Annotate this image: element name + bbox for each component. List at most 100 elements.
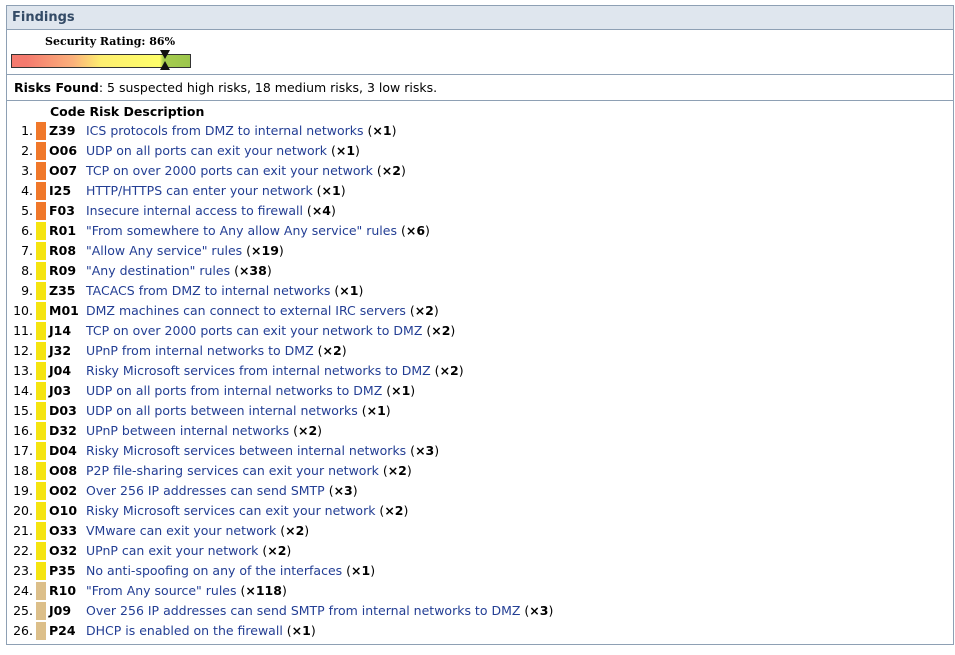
risk-count: ×6	[405, 223, 426, 238]
risk-row: 24. R10 "From Any source" rules (×118)	[7, 581, 947, 601]
risk-description: DHCP is enabled on the firewall (×1)	[86, 623, 316, 638]
risk-description: TCP on over 2000 ports can exit your net…	[86, 323, 456, 338]
risk-link[interactable]: UPnP can exit your network	[86, 543, 258, 558]
risk-count: ×2	[285, 523, 305, 538]
risk-link[interactable]: P2P file-sharing services can exit your …	[86, 463, 379, 478]
risk-number: 11.	[13, 323, 33, 338]
risk-row: 26. P24 DHCP is enabled on the firewall (×…	[7, 621, 947, 641]
risk-row: 17. D04 Risky Microsoft services between i…	[7, 441, 947, 461]
risks-found-label: Risks Found	[14, 80, 99, 95]
risk-count: ×4	[311, 203, 331, 218]
risk-link[interactable]: TACACS from DMZ to internal networks	[86, 283, 330, 298]
severity-indicator	[36, 242, 46, 260]
risk-description: No anti-spoofing on any of the interface…	[86, 563, 376, 578]
risk-number: 25.	[13, 603, 33, 618]
risks-found-text: : 5 suspected high risks, 18 medium risk…	[98, 80, 438, 95]
risk-count: ×1	[291, 623, 311, 638]
risk-link[interactable]: UDP on all ports between internal networ…	[86, 403, 358, 418]
risk-link[interactable]: Risky Microsoft services between interna…	[86, 443, 406, 458]
risk-link[interactable]: Over 256 IP addresses can send SMTP from…	[86, 603, 520, 618]
risk-description: "From somewhere to Any allow Any service…	[86, 223, 430, 238]
risk-count: ×1	[351, 563, 371, 578]
risk-link[interactable]: UDP on all ports from internal networks …	[86, 383, 382, 398]
risk-link[interactable]: Insecure internal access to firewall	[86, 203, 303, 218]
risk-row: 11. J14 TCP on over 2000 ports can exit yo…	[7, 321, 947, 341]
risk-code: P24	[49, 623, 76, 638]
risk-code: O02	[49, 483, 78, 498]
risk-row: 22. O32 UPnP can exit your network (×2)	[7, 541, 947, 561]
risk-count: ×2	[322, 343, 342, 358]
risk-code: J04	[49, 363, 72, 378]
risk-description: DMZ machines can connect to external IRC…	[86, 303, 439, 318]
risk-link[interactable]: No anti-spoofing on any of the interface…	[86, 563, 342, 578]
risk-link[interactable]: "Allow Any service" rules	[86, 243, 242, 258]
severity-indicator	[36, 482, 46, 500]
risk-link[interactable]: VMware can exit your network	[86, 523, 276, 538]
risk-row: 9. Z35 TACACS from DMZ to internal network…	[7, 281, 947, 301]
risk-code: O33	[49, 523, 78, 538]
risk-row: 12. J32 UPnP from internal networks to DMZ…	[7, 341, 947, 361]
risk-row: 1. Z39 ICS protocols from DMZ to internal …	[7, 121, 947, 141]
risk-count: ×3	[415, 443, 435, 458]
severity-indicator	[36, 222, 46, 240]
risk-number: 6.	[21, 223, 33, 238]
severity-indicator	[36, 562, 46, 580]
risk-description: VMware can exit your network (×2)	[86, 523, 310, 538]
risk-row: 20. O10 Risky Microsoft services can exit …	[7, 501, 947, 521]
risk-number: 9.	[21, 283, 33, 298]
panel-title: Findings	[7, 6, 953, 30]
risk-description: Risky Microsoft services from internal n…	[86, 363, 464, 378]
risk-count: ×1	[372, 123, 392, 138]
severity-indicator	[36, 162, 46, 180]
risk-link[interactable]: UDP on all ports can exit your network	[86, 143, 327, 158]
risk-link[interactable]: ICS protocols from DMZ to internal netwo…	[86, 123, 364, 138]
risk-count: ×2	[439, 363, 459, 378]
risk-row: 10. M01 DMZ machines can connect to extern…	[7, 301, 947, 321]
risk-link[interactable]: TCP on over 2000 ports can exit your net…	[86, 163, 373, 178]
risk-description: "Any destination" rules (×38)	[86, 263, 272, 278]
risk-link[interactable]: "From somewhere to Any allow Any service…	[86, 223, 397, 238]
risk-link[interactable]: TCP on over 2000 ports can exit your net…	[86, 323, 422, 338]
risk-link[interactable]: HTTP/HTTPS can enter your network	[86, 183, 313, 198]
risk-row: 2. O06 UDP on all ports can exit your netw…	[7, 141, 947, 161]
risk-number: 1.	[21, 123, 33, 138]
risk-count: ×2	[414, 303, 434, 318]
risk-row: 21. O33 VMware can exit your network (×2)	[7, 521, 947, 541]
severity-indicator	[36, 542, 46, 560]
risk-number: 2.	[21, 143, 33, 158]
risk-link[interactable]: Risky Microsoft services from internal n…	[86, 363, 431, 378]
severity-indicator	[36, 302, 46, 320]
risk-link[interactable]: DHCP is enabled on the firewall	[86, 623, 283, 638]
risk-count: ×19	[251, 243, 279, 258]
risk-link[interactable]: UPnP between internal networks	[86, 423, 289, 438]
findings-panel: Findings Security Rating: 86% Risks Foun…	[6, 5, 954, 645]
risk-link[interactable]: DMZ machines can connect to external IRC…	[86, 303, 406, 318]
risk-row: 19. O02 Over 256 IP addresses can send SMT…	[7, 481, 947, 501]
risk-row: 23. P35 No anti-spoofing on any of the int…	[7, 561, 947, 581]
risk-number: 20.	[13, 503, 33, 518]
risk-count: ×1	[321, 183, 341, 198]
severity-indicator	[36, 342, 46, 360]
risk-code: O06	[49, 143, 78, 158]
risk-link[interactable]: UPnP from internal networks to DMZ	[86, 343, 314, 358]
security-rating-section: Security Rating: 86%	[7, 30, 953, 75]
risk-description: Risky Microsoft services can exit your n…	[86, 503, 409, 518]
severity-indicator	[36, 122, 46, 140]
risk-count: ×38	[238, 263, 267, 278]
severity-indicator	[36, 142, 46, 160]
risk-code: D32	[49, 423, 77, 438]
risk-number: 26.	[13, 623, 33, 638]
risk-description: TCP on over 2000 ports can exit your net…	[86, 163, 406, 178]
risk-code: O32	[49, 543, 78, 558]
risk-link[interactable]: Risky Microsoft services can exit your n…	[86, 503, 375, 518]
risk-description: P2P file-sharing services can exit your …	[86, 463, 412, 478]
risk-count: ×118	[245, 583, 282, 598]
risk-description: UDP on all ports from internal networks …	[86, 383, 416, 398]
risk-link[interactable]: "Any destination" rules	[86, 263, 230, 278]
risk-link[interactable]: "From Any source" rules	[86, 583, 237, 598]
risk-count: ×1	[391, 383, 411, 398]
risk-number: 3.	[21, 163, 33, 178]
risk-link[interactable]: Over 256 IP addresses can send SMTP	[86, 483, 325, 498]
risk-number: 17.	[13, 443, 33, 458]
risk-count: ×1	[335, 143, 356, 158]
